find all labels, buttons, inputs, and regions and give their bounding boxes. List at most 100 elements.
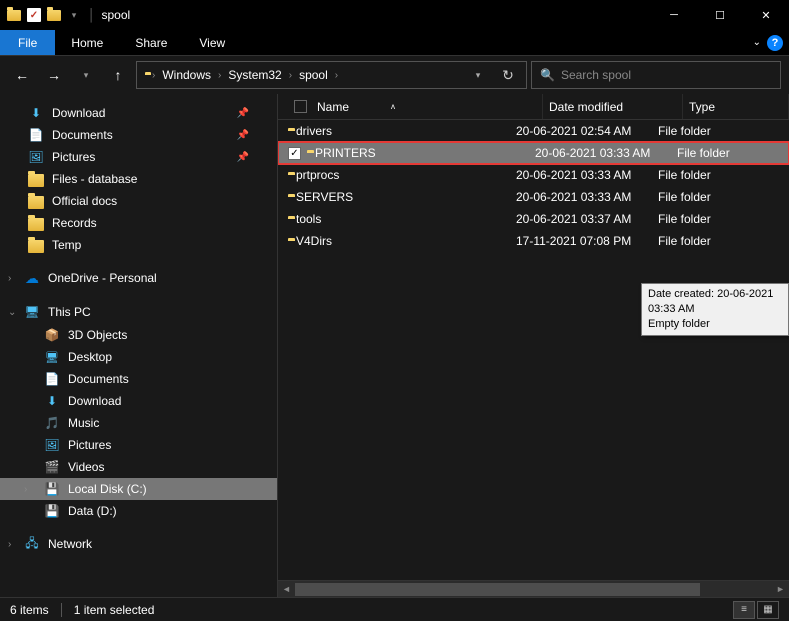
folder-icon[interactable] bbox=[46, 7, 62, 23]
pin-icon: 📌 bbox=[237, 152, 249, 163]
chevron-right-icon[interactable]: › bbox=[217, 70, 222, 81]
nav-label: Temp bbox=[52, 238, 81, 252]
column-type[interactable]: Type bbox=[683, 94, 789, 119]
file-row[interactable]: prtprocs 20-06-2021 03:33 AM File folder bbox=[278, 164, 789, 186]
file-row[interactable]: PRINTERS 20-06-2021 03:33 AM File folder bbox=[278, 142, 789, 164]
nav-label: Pictures bbox=[52, 150, 95, 164]
file-row[interactable]: V4Dirs 17-11-2021 07:08 PM File folder bbox=[278, 230, 789, 252]
folder-icon bbox=[28, 218, 44, 231]
chevron-right-icon[interactable]: › bbox=[334, 70, 339, 81]
3d-icon bbox=[44, 327, 60, 343]
help-icon[interactable]: ? bbox=[767, 35, 783, 51]
doc-icon bbox=[28, 127, 44, 143]
expand-icon[interactable]: › bbox=[8, 273, 11, 284]
chevron-right-icon[interactable]: › bbox=[288, 70, 293, 81]
title-separator: │ bbox=[88, 8, 96, 22]
navigation-pane[interactable]: Download 📌 Documents 📌 Pictures 📌 Files … bbox=[0, 94, 278, 597]
ribbon-tab-view[interactable]: View bbox=[183, 30, 241, 55]
window-title: spool bbox=[102, 8, 131, 22]
nav-thispc-item[interactable]: Music bbox=[0, 412, 277, 434]
row-checkbox[interactable] bbox=[288, 147, 301, 160]
breadcrumb-spool[interactable]: spool bbox=[295, 62, 332, 88]
nav-thispc-item[interactable]: Pictures bbox=[0, 434, 277, 456]
nav-label: Data (D:) bbox=[68, 504, 117, 518]
expand-icon[interactable]: › bbox=[24, 484, 27, 495]
select-all-checkbox[interactable] bbox=[294, 100, 307, 113]
ribbon-collapse-icon[interactable]: ⌄ bbox=[753, 37, 761, 48]
nav-thispc-item[interactable]: Data (D:) bbox=[0, 500, 277, 522]
view-thumbnails-button[interactable]: ▦ bbox=[757, 601, 779, 619]
scroll-thumb[interactable] bbox=[295, 583, 700, 596]
folder-icon[interactable] bbox=[6, 7, 22, 23]
search-input[interactable] bbox=[561, 68, 772, 82]
breadcrumb-windows[interactable]: Windows bbox=[158, 62, 215, 88]
back-button[interactable]: ← bbox=[8, 61, 36, 89]
nav-network[interactable]: › Network bbox=[0, 532, 277, 556]
tooltip: Date created: 20-06-2021 03:33 AM Empty … bbox=[641, 283, 789, 336]
nav-thispc-item[interactable]: 3D Objects bbox=[0, 324, 277, 346]
file-type: File folder bbox=[658, 168, 711, 182]
column-name[interactable]: Name ʌ bbox=[288, 94, 543, 119]
nav-thispc-item[interactable]: Videos bbox=[0, 456, 277, 478]
address-bar[interactable]: › Windows › System32 › spool › ▾ ↻ bbox=[136, 61, 527, 89]
file-name: V4Dirs bbox=[296, 234, 516, 248]
nav-thispc-item[interactable]: Desktop bbox=[0, 346, 277, 368]
nav-quick-item[interactable]: Pictures 📌 bbox=[0, 146, 277, 168]
forward-button[interactable]: → bbox=[40, 61, 68, 89]
scroll-left-button[interactable]: ◄ bbox=[278, 581, 295, 597]
address-dropdown-button[interactable]: ▾ bbox=[464, 61, 492, 89]
refresh-button[interactable]: ↻ bbox=[494, 61, 522, 89]
nav-thispc-item[interactable]: Documents bbox=[0, 368, 277, 390]
file-type: File folder bbox=[658, 212, 711, 226]
ribbon-tab-home[interactable]: Home bbox=[55, 30, 119, 55]
minimize-button[interactable]: ─ bbox=[651, 0, 697, 30]
nav-label: Download bbox=[52, 106, 105, 120]
nav-quick-item[interactable]: Temp bbox=[0, 234, 277, 256]
column-label: Name bbox=[317, 100, 349, 114]
nav-label: Network bbox=[48, 537, 92, 551]
close-button[interactable]: ✕ bbox=[743, 0, 789, 30]
overflow-icon[interactable]: ▾ bbox=[66, 7, 82, 23]
nav-label: Files - database bbox=[52, 172, 137, 186]
view-details-button[interactable]: ≡ bbox=[733, 601, 755, 619]
search-box[interactable]: 🔍 bbox=[531, 61, 781, 89]
file-date: 20-06-2021 03:33 AM bbox=[535, 146, 677, 160]
nav-quick-item[interactable]: Files - database bbox=[0, 168, 277, 190]
horizontal-scrollbar[interactable]: ◄ ► bbox=[278, 580, 789, 597]
folder-icon bbox=[28, 196, 44, 209]
nav-quick-item[interactable]: Download 📌 bbox=[0, 102, 277, 124]
nav-quick-item[interactable]: Official docs bbox=[0, 190, 277, 212]
nav-quick-item[interactable]: Records bbox=[0, 212, 277, 234]
collapse-icon[interactable]: ⌄ bbox=[8, 307, 16, 318]
expand-icon[interactable]: › bbox=[8, 539, 11, 550]
nav-label: Documents bbox=[68, 372, 129, 386]
column-date[interactable]: Date modified bbox=[543, 94, 683, 119]
maximize-button[interactable]: ☐ bbox=[697, 0, 743, 30]
chevron-right-icon[interactable]: › bbox=[151, 70, 156, 81]
nav-this-pc[interactable]: ⌄ This PC bbox=[0, 300, 277, 324]
nav-label: Music bbox=[68, 416, 99, 430]
file-row[interactable]: drivers 20-06-2021 02:54 AM File folder bbox=[278, 120, 789, 142]
ribbon-file-tab[interactable]: File bbox=[0, 30, 55, 55]
up-button[interactable]: ↑ bbox=[104, 61, 132, 89]
breadcrumb-system32[interactable]: System32 bbox=[224, 62, 285, 88]
nav-onedrive[interactable]: › OneDrive - Personal bbox=[0, 266, 277, 290]
music-icon bbox=[44, 415, 60, 431]
nav-label: Records bbox=[52, 216, 97, 230]
nav-thispc-item[interactable]: › Local Disk (C:) bbox=[0, 478, 277, 500]
recent-locations-button[interactable]: ▾ bbox=[72, 61, 100, 89]
properties-icon[interactable] bbox=[26, 7, 42, 23]
nav-thispc-item[interactable]: Download bbox=[0, 390, 277, 412]
scroll-track[interactable] bbox=[295, 581, 772, 597]
ribbon-tab-share[interactable]: Share bbox=[119, 30, 183, 55]
status-separator bbox=[61, 603, 62, 617]
cloud-icon bbox=[24, 270, 40, 286]
file-list[interactable]: drivers 20-06-2021 02:54 AM File folder … bbox=[278, 120, 789, 580]
file-row[interactable]: SERVERS 20-06-2021 03:33 AM File folder bbox=[278, 186, 789, 208]
folder-icon bbox=[28, 174, 44, 187]
download-icon bbox=[28, 105, 44, 121]
nav-quick-item[interactable]: Documents 📌 bbox=[0, 124, 277, 146]
file-name: PRINTERS bbox=[315, 146, 535, 160]
file-row[interactable]: tools 20-06-2021 03:37 AM File folder bbox=[278, 208, 789, 230]
scroll-right-button[interactable]: ► bbox=[772, 581, 789, 597]
